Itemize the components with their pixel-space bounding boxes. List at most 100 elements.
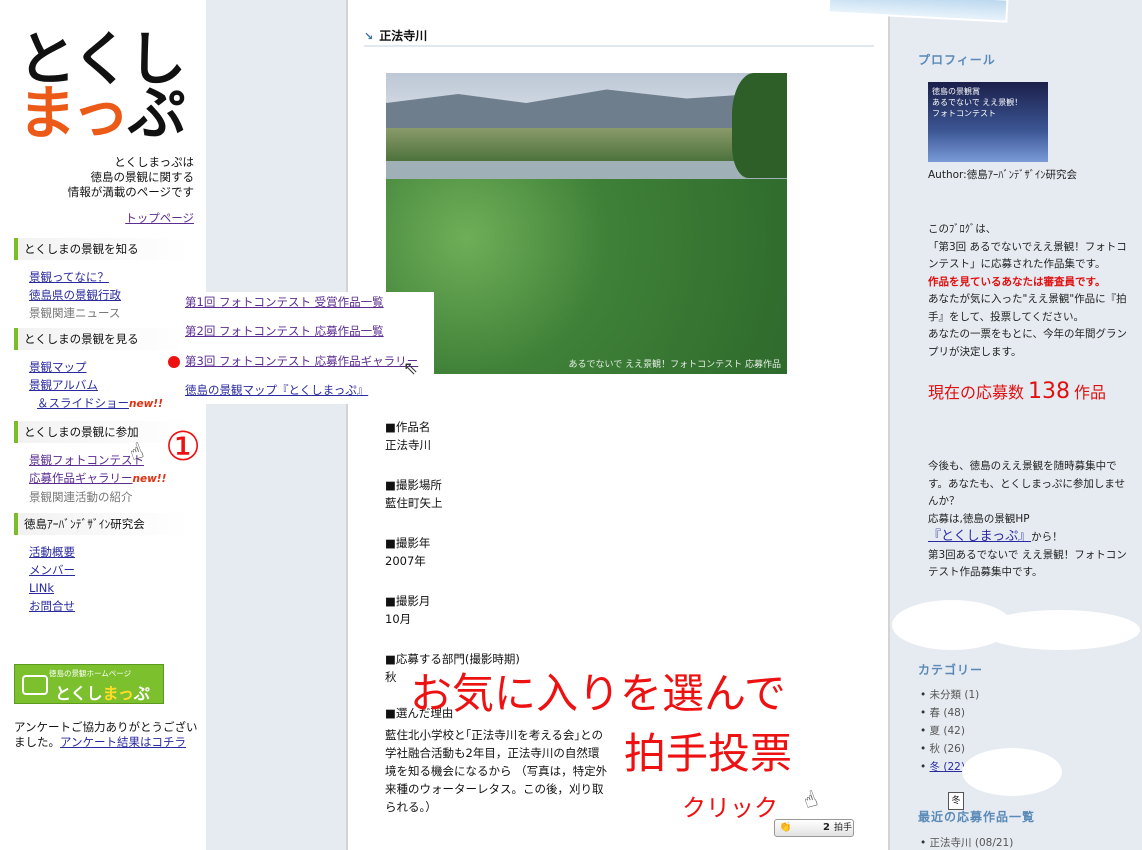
clap-count: 2 <box>823 822 830 833</box>
nav-link-members[interactable]: メンバー <box>29 563 75 577</box>
popup-item-contest2[interactable]: 第2回 フォトコンテスト 応募作品一覧 <box>185 323 384 339</box>
profile-image-line: フォトコンテスト <box>932 109 996 118</box>
banner-subtitle: 徳島の景観ホームページ <box>49 669 132 678</box>
count-number: 138 <box>1028 379 1071 404</box>
tagline-line: 情報が満載のページです <box>67 185 194 199</box>
nav-heading-see: とくしまの景観を見る <box>14 328 189 350</box>
blog-intro-line: あなたが気に入った"ええ景観"作品に『拍手』をして、投票してください。 <box>928 293 1127 323</box>
clap-button[interactable]: 👏 2 拍手 <box>774 819 854 837</box>
nav-list-society: 活動概要 メンバー LINk お問合せ <box>29 543 75 615</box>
photo-town <box>386 128 787 163</box>
nav-link-landscape-album[interactable]: 景観アルバム <box>29 378 98 392</box>
recruit-line: 第3回あるでないで ええ景観！フォトコンテスト作品募集中です。 <box>928 548 1127 579</box>
category-item[interactable]: 秋 (26) <box>920 740 979 758</box>
recruit-line: 今後も、徳島のええ景観を随時募集中です。あなたも、とくしまっぷに参加しませんか？ <box>928 460 1126 507</box>
nav-link-landscape-map[interactable]: 景観マップ <box>29 360 87 374</box>
count-prefix: 現在の応募数 <box>928 383 1025 402</box>
field-label: ■撮影月 <box>385 594 431 608</box>
recruit-notice: 今後も、徳島のええ景観を随時募集中です。あなたも、とくしまっぷに参加しませんか？… <box>928 458 1133 582</box>
nav-link-slideshow[interactable]: ＆スライドショー <box>37 396 129 410</box>
logo-line2-orange: まっ <box>18 79 130 147</box>
camera-icon <box>22 675 48 695</box>
cloud-decoration <box>962 748 1062 796</box>
main-content: ↘ 正法寺川 あるでないで ええ景観！フォトコンテスト 応募作品 ■作品名 正法寺… <box>346 0 890 850</box>
logo-line2: まっぷ <box>18 84 198 142</box>
nav-link-gallery[interactable]: 応募作品ギャラリー <box>29 471 133 485</box>
new-badge: new!! <box>132 473 167 485</box>
arrow-icon: ↘ <box>364 30 374 43</box>
step-number-annotation: ① <box>165 424 201 470</box>
post-title[interactable]: 正法寺川 <box>379 29 427 43</box>
annotation-favorite: お気に入りを選んで <box>410 669 786 718</box>
clap-label: 拍手 <box>834 823 853 833</box>
clap-hands-icon: 👏 <box>779 822 792 833</box>
field-label: ■撮影年 <box>385 536 431 550</box>
banner-title-part: ぷ <box>133 684 150 703</box>
blog-judge-note: 作品を見ているあなたは審査員です。 <box>928 275 1106 288</box>
count-suffix: 作品 <box>1074 383 1107 402</box>
photo-trees <box>732 73 787 178</box>
photo-watermark: あるでないで ええ景観！フォトコンテスト 応募作品 <box>568 360 781 370</box>
gallery-popup-menu: 第1回 フォトコンテスト 受賞作品一覧 第2回 フォトコンテスト 応募作品一覧 … <box>178 292 434 404</box>
entry-photo[interactable]: あるでないで ええ景観！フォトコンテスト 応募作品 <box>386 73 787 374</box>
nav-link-what-is-landscape[interactable]: 景観ってなに？ <box>29 270 109 284</box>
field-value: 正法寺川 <box>385 438 431 452</box>
post-title-bar: ↘ 正法寺川 <box>364 27 874 47</box>
survey-notice: アンケートご協力ありがとうございました。アンケート結果はコチラ <box>14 720 199 750</box>
nav-link-contact[interactable]: お問合せ <box>29 599 75 613</box>
profile-image-line: 徳島の景観賞 <box>932 87 980 96</box>
nav-link-news[interactable]: 景観関連ニュース <box>29 304 121 322</box>
recent-item[interactable]: 正法寺川 (08/21) <box>920 834 1014 850</box>
cloud-decoration <box>980 610 1140 650</box>
new-badge: new!! <box>129 398 163 410</box>
arrow-cursor-icon: ⇖ <box>403 358 419 379</box>
category-item[interactable]: 未分類 (1) <box>920 686 980 704</box>
popup-item-contest1[interactable]: 第1回 フォトコンテスト 受賞作品一覧 <box>185 294 384 310</box>
banner-title-part: とくし <box>55 684 103 703</box>
site-logo[interactable]: とくし まっぷ <box>18 30 198 142</box>
blog-intro: このﾌﾞﾛｸﾞは、 「第3回 あるでないでええ景観！フォトコンテスト」に応募され… <box>928 221 1133 361</box>
category-item[interactable]: 夏 (42) <box>920 722 979 740</box>
blog-intro-line: あなたの一票をもとに、今年の年間グランプリが決定します。 <box>928 328 1127 358</box>
blog-intro-line: このﾌﾞﾛｸﾞは、 <box>928 223 997 235</box>
recruit-line: 応募は,徳島の景観HP <box>928 512 1030 525</box>
reason-text: 藍住北小学校と｢正法寺川を考える会｣との学社融合活動も2年目，正法寺川の自然環境… <box>385 728 608 814</box>
logo-line2-black: ぷ <box>127 79 186 147</box>
nav-list-see: 景観マップ 景観アルバム ＆スライドショーnew!! <box>29 358 163 413</box>
profile-heading: プロフィール <box>918 53 996 67</box>
nav-link-link[interactable]: LINk <box>29 581 54 595</box>
photo-water-lettuce <box>386 179 787 374</box>
recent-list: 正法寺川 (08/21) <box>920 834 1014 850</box>
popup-item-map[interactable]: 徳島の景観マップ『とくしまっぷ』 <box>185 382 368 398</box>
banner-title: とくしまっぷ <box>55 680 150 704</box>
field-label: ■作品名 <box>385 420 431 434</box>
annotation-vote: 拍手投票 <box>624 729 793 778</box>
recruit-line: から！ <box>1031 531 1063 543</box>
tokushimap-link[interactable]: 『とくしまっぷ』 <box>928 529 1031 544</box>
profile-image-text: 徳島の景観賞 あるでないで ええ景観！ フォトコンテスト <box>932 86 1022 119</box>
profile-image[interactable]: 徳島の景観賞 あるでないで ええ景観！ フォトコンテスト <box>928 82 1048 162</box>
nav-list-know: 景観ってなに？ 徳島県の景観行政 景観関連ニュース <box>29 268 121 322</box>
nav-link-overview[interactable]: 活動概要 <box>29 545 75 559</box>
site-tagline: とくしまっぷは 徳島の景観に関する 情報が満載のページです <box>68 155 194 200</box>
profile-author: Author:徳島ｱｰﾊﾞﾝﾃﾞｻﾞｲﾝ研究会 <box>928 169 1077 181</box>
nav-link-activities[interactable]: 景観関連活動の紹介 <box>29 488 166 506</box>
nav-link-photo-contest[interactable]: 景観フォトコンテスト <box>29 453 144 467</box>
category-item[interactable]: 春 (48) <box>920 704 979 722</box>
nav-heading-society: 徳島ｱｰﾊﾞﾝﾃﾞｻﾞｲﾝ研究会 <box>14 513 189 535</box>
winter-tooltip: 冬 <box>948 792 964 810</box>
pointer-cursor-icon: ☝ <box>800 786 822 815</box>
annotation-click: クリック <box>682 794 778 822</box>
popup-item-contest3[interactable]: 第3回 フォトコンテスト 応募作品ギャラリー <box>185 353 418 369</box>
nav-link-landscape-admin[interactable]: 徳島県の景観行政 <box>29 288 121 302</box>
tokushimap-banner[interactable]: 徳島の景観ホームページ とくしまっぷ <box>14 664 164 704</box>
profile-image-line: あるでないで ええ景観！ <box>932 98 1023 107</box>
survey-result-link[interactable]: アンケート結果はコチラ <box>60 735 186 749</box>
nav-heading-know: とくしまの景観を知る <box>14 238 189 260</box>
field-label: ■撮影場所 <box>385 478 442 492</box>
recent-heading: 最近の応募作品一覧 <box>918 810 1036 824</box>
top-page-link[interactable]: トップページ <box>125 210 194 226</box>
entry-count: 現在の応募数 138 作品 <box>928 379 1133 404</box>
selected-marker <box>168 356 180 368</box>
category-heading: カテゴリー <box>918 663 984 677</box>
